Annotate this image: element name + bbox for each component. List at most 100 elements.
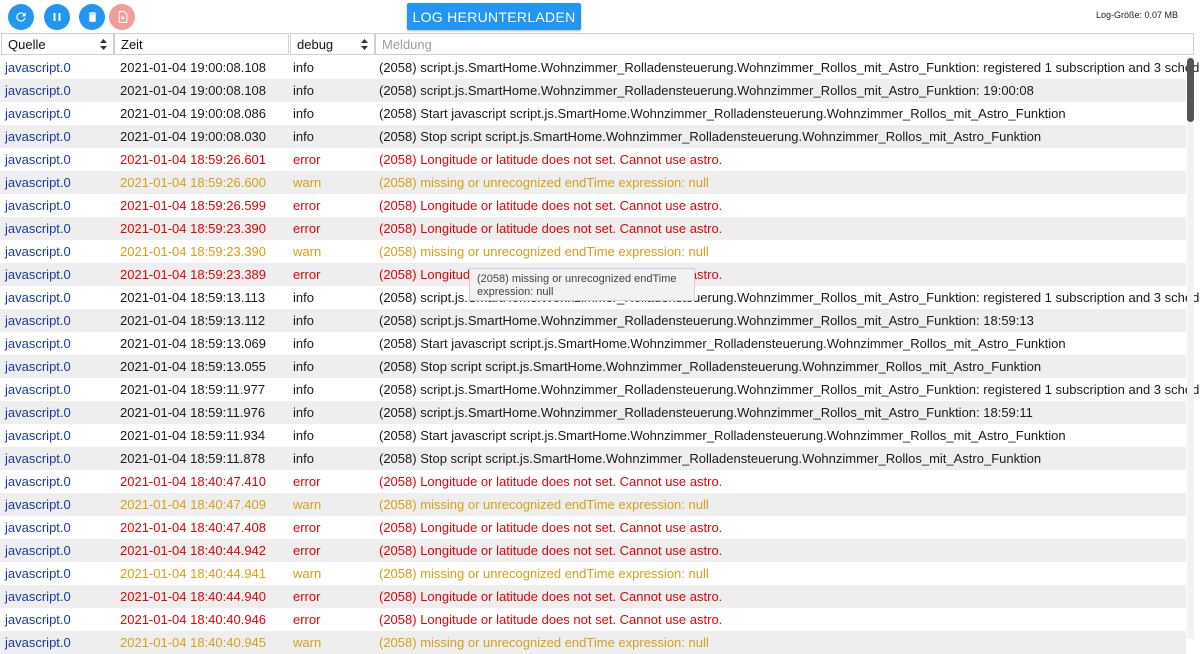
row-source: javascript.0 <box>5 129 71 144</box>
row-time: 2021-01-04 19:00:08.108 <box>120 60 267 75</box>
row-source: javascript.0 <box>5 428 71 443</box>
row-source: javascript.0 <box>5 290 71 305</box>
row-message: (2058) missing or unrecognized endTime e… <box>379 244 709 259</box>
delete-log-button[interactable] <box>79 4 105 30</box>
table-row[interactable]: javascript.0 2021-01-04 18:59:26.600 warn (… <box>0 171 1186 194</box>
row-message: (2058) Stop script script.js.SmartHome.W… <box>379 129 1042 144</box>
table-row[interactable]: javascript.0 2021-01-04 18:59:13.112 info (… <box>0 309 1186 332</box>
sort-arrows-icon <box>100 39 107 50</box>
row-source: javascript.0 <box>5 244 71 259</box>
pause-button[interactable] <box>44 4 70 30</box>
table-row[interactable]: javascript.0 2021-01-04 18:59:11.976 info (… <box>0 401 1186 424</box>
row-message: (2058) Longitude or latitude does not se… <box>379 543 723 558</box>
table-row[interactable]: javascript.0 2021-01-04 18:59:13.055 info (… <box>0 355 1186 378</box>
delete-file-icon <box>118 11 127 23</box>
row-severity: error <box>293 152 321 167</box>
refresh-button[interactable] <box>8 4 34 30</box>
row-message: (2058) missing or unrecognized endTime e… <box>379 175 709 190</box>
row-source: javascript.0 <box>5 474 71 489</box>
table-row[interactable]: javascript.0 2021-01-04 18:40:40.945 warn (… <box>0 631 1186 654</box>
row-message: (2058) Start javascript script.js.SmartH… <box>379 106 1066 121</box>
message-filter-placeholder: Meldung <box>382 37 432 52</box>
row-severity: info <box>293 313 314 328</box>
row-time: 2021-01-04 19:00:08.108 <box>120 83 267 98</box>
table-row[interactable]: javascript.0 2021-01-04 18:59:11.878 info (… <box>0 447 1186 470</box>
source-filter[interactable]: Quelle <box>1 33 114 55</box>
row-severity: error <box>293 520 321 535</box>
table-row[interactable]: javascript.0 2021-01-04 18:40:44.942 error… <box>0 539 1186 562</box>
message-filter-input[interactable]: Meldung <box>375 33 1194 55</box>
row-message: (2058) Stop script script.js.SmartHome.W… <box>379 359 1042 374</box>
time-filter-input[interactable]: Zeit <box>114 33 289 55</box>
row-severity: warn <box>293 635 322 650</box>
row-source: javascript.0 <box>5 635 71 650</box>
table-row[interactable]: javascript.0 2021-01-04 19:00:08.030 info (… <box>0 125 1186 148</box>
row-severity: info <box>293 290 314 305</box>
row-time: 2021-01-04 18:59:11.934 <box>120 428 266 443</box>
row-message: (2058) Stop script script.js.SmartHome.W… <box>379 451 1042 466</box>
row-time: 2021-01-04 18:40:44.942 <box>120 543 267 558</box>
row-severity: info <box>293 83 314 98</box>
log-size: Log-Größe: 0.07 MB <box>1095 10 1178 20</box>
table-row[interactable]: javascript.0 2021-01-04 18:59:11.977 info (… <box>0 378 1200 401</box>
row-time: 2021-01-04 18:40:40.946 <box>120 612 267 627</box>
table-row[interactable]: javascript.0 2021-01-04 18:59:23.390 error… <box>0 217 1186 240</box>
row-time: 2021-01-04 18:59:11.976 <box>120 405 266 420</box>
row-source: javascript.0 <box>5 497 71 512</box>
row-time: 2021-01-04 18:59:13.055 <box>120 359 267 374</box>
table-row[interactable]: javascript.0 2021-01-04 18:40:44.941 warn (… <box>0 562 1186 585</box>
row-severity: error <box>293 543 321 558</box>
row-severity: info <box>293 382 314 397</box>
table-row[interactable]: javascript.0 2021-01-04 18:59:26.601 error… <box>0 148 1186 171</box>
table-header: Quelle Zeit debug Meldung <box>0 33 1194 56</box>
row-source: javascript.0 <box>5 520 71 535</box>
row-severity: info <box>293 451 314 466</box>
row-source: javascript.0 <box>5 336 71 351</box>
row-source: javascript.0 <box>5 382 71 397</box>
row-severity: info <box>293 428 314 443</box>
table-row[interactable]: javascript.0 2021-01-04 18:59:11.934 info (… <box>0 424 1186 447</box>
row-time: 2021-01-04 18:59:11.878 <box>120 451 266 466</box>
table-row[interactable]: javascript.0 2021-01-04 18:40:40.946 error… <box>0 608 1186 631</box>
table-row[interactable]: javascript.0 2021-01-04 18:59:23.390 warn (… <box>0 240 1186 263</box>
row-source: javascript.0 <box>5 83 71 98</box>
delete-log-file-button[interactable] <box>109 4 135 30</box>
row-severity: warn <box>293 497 322 512</box>
table-row[interactable]: javascript.0 2021-01-04 18:40:47.408 error… <box>0 516 1186 539</box>
table-row[interactable]: javascript.0 2021-01-04 18:40:44.940 error… <box>0 585 1186 608</box>
row-message: (2058) script.js.SmartHome.Wohnzimmer_Ro… <box>379 60 1200 75</box>
row-source: javascript.0 <box>5 451 71 466</box>
tooltip: (2058) missing or unrecognized endTime e… <box>469 268 695 301</box>
row-message: (2058) Longitude or latitude does not se… <box>379 612 723 627</box>
download-log-button[interactable]: LOG HERUNTERLADEN <box>407 3 581 30</box>
row-message: (2058) script.js.SmartHome.Wohnzimmer_Ro… <box>379 405 1033 420</box>
row-message: (2058) script.js.SmartHome.Wohnzimmer_Ro… <box>379 382 1200 397</box>
row-time: 2021-01-04 19:00:08.030 <box>120 129 267 144</box>
scrollbar-thumb[interactable] <box>1187 58 1194 122</box>
table-row[interactable]: javascript.0 2021-01-04 19:00:08.108 info (… <box>0 79 1186 102</box>
table-row[interactable]: javascript.0 2021-01-04 18:59:13.069 info (… <box>0 332 1186 355</box>
row-severity: warn <box>293 175 322 190</box>
severity-select[interactable]: debug <box>290 33 375 55</box>
row-source: javascript.0 <box>5 152 71 167</box>
row-time: 2021-01-04 18:40:44.941 <box>120 566 267 581</box>
table-row[interactable]: javascript.0 2021-01-04 18:59:26.599 error… <box>0 194 1186 217</box>
table-row[interactable]: javascript.0 2021-01-04 19:00:08.108 info (… <box>0 56 1200 79</box>
row-message: (2058) Longitude or latitude does not se… <box>379 152 723 167</box>
table-row[interactable]: javascript.0 2021-01-04 19:00:08.086 info (… <box>0 102 1186 125</box>
table-row[interactable]: javascript.0 2021-01-04 18:40:47.410 error… <box>0 470 1186 493</box>
row-message: (2058) missing or unrecognized endTime e… <box>379 566 709 581</box>
toolbar: LOG HERUNTERLADEN Log-Größe: 0.07 MB <box>0 0 1200 33</box>
row-time: 2021-01-04 18:40:47.409 <box>120 497 267 512</box>
row-time: 2021-01-04 18:59:23.390 <box>120 221 267 236</box>
row-message: (2058) script.js.SmartHome.Wohnzimmer_Ro… <box>379 313 1034 328</box>
row-time: 2021-01-04 18:59:11.977 <box>120 382 266 397</box>
row-message: (2058) Longitude or latitude does not se… <box>379 221 723 236</box>
scrollbar[interactable] <box>1187 56 1194 639</box>
row-severity: error <box>293 474 321 489</box>
row-time: 2021-01-04 19:00:08.086 <box>120 106 267 121</box>
row-severity: info <box>293 106 314 121</box>
table-row[interactable]: javascript.0 2021-01-04 18:40:47.409 warn (… <box>0 493 1186 516</box>
refresh-icon <box>16 12 26 22</box>
row-source: javascript.0 <box>5 221 71 236</box>
